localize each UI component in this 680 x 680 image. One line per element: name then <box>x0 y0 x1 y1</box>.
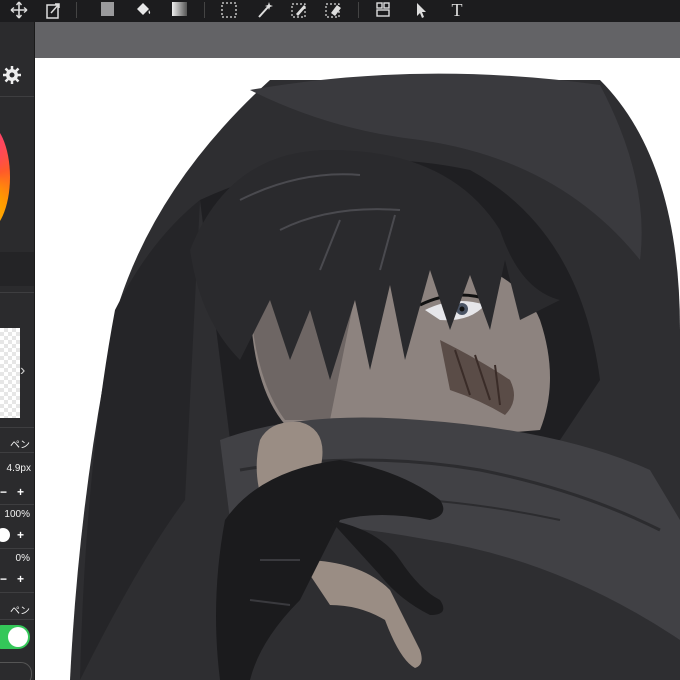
panel-divider <box>0 619 34 620</box>
artwork-illustration[interactable] <box>34 58 680 680</box>
panel-divider <box>0 548 34 549</box>
brush-size-minus[interactable]: − <box>0 485 7 499</box>
chevron-right-icon[interactable]: › <box>20 362 25 380</box>
bucket-fill-icon[interactable] <box>132 0 154 20</box>
color-area <box>0 252 34 286</box>
select-rect-icon[interactable] <box>218 0 240 20</box>
brush-name-label: ペン <box>10 440 30 451</box>
toolbar-divider <box>76 2 77 18</box>
blur-minus[interactable]: − <box>0 572 7 586</box>
select-pen-icon[interactable] <box>288 0 310 20</box>
fill-color-icon[interactable] <box>96 0 118 20</box>
color-wheel[interactable] <box>0 122 10 232</box>
secondary-toggle[interactable] <box>0 662 32 680</box>
panel-divider <box>0 96 34 97</box>
divide-frame-icon[interactable] <box>372 0 394 20</box>
panel-divider <box>0 452 34 453</box>
panel-divider <box>0 592 34 593</box>
magic-wand-icon[interactable] <box>254 0 276 20</box>
opacity-plus[interactable]: + <box>17 528 24 542</box>
brush-size-plus[interactable]: + <box>17 485 24 499</box>
text-tool-icon[interactable]: T <box>446 0 468 20</box>
blur-value: 0% <box>15 553 30 564</box>
blur-plus[interactable]: + <box>17 572 24 586</box>
brush-type-label: ペン <box>10 606 30 617</box>
transform-tool-icon[interactable] <box>42 0 64 20</box>
left-panel: › ペン 4.9px − + 100% + 0% − + ペン <box>0 22 35 680</box>
select-eraser-icon[interactable] <box>322 0 344 20</box>
stabilizer-toggle[interactable] <box>0 625 30 649</box>
brush-size-value: 4.9px <box>6 463 31 474</box>
panel-divider <box>0 504 34 505</box>
move-tool-icon[interactable] <box>8 0 30 20</box>
panel-divider <box>0 292 34 293</box>
toolbar-divider <box>358 2 359 18</box>
brush-preview[interactable] <box>0 328 20 418</box>
canvas-area[interactable] <box>34 22 680 680</box>
toolbar-divider <box>204 2 205 18</box>
top-toolbar: T <box>0 0 680 23</box>
gradient-icon[interactable] <box>168 0 190 20</box>
operation-tool-icon[interactable] <box>410 0 432 20</box>
opacity-slider-knob[interactable] <box>0 528 10 542</box>
gear-icon[interactable] <box>3 66 21 84</box>
panel-divider <box>0 427 34 428</box>
opacity-value: 100% <box>4 509 30 520</box>
